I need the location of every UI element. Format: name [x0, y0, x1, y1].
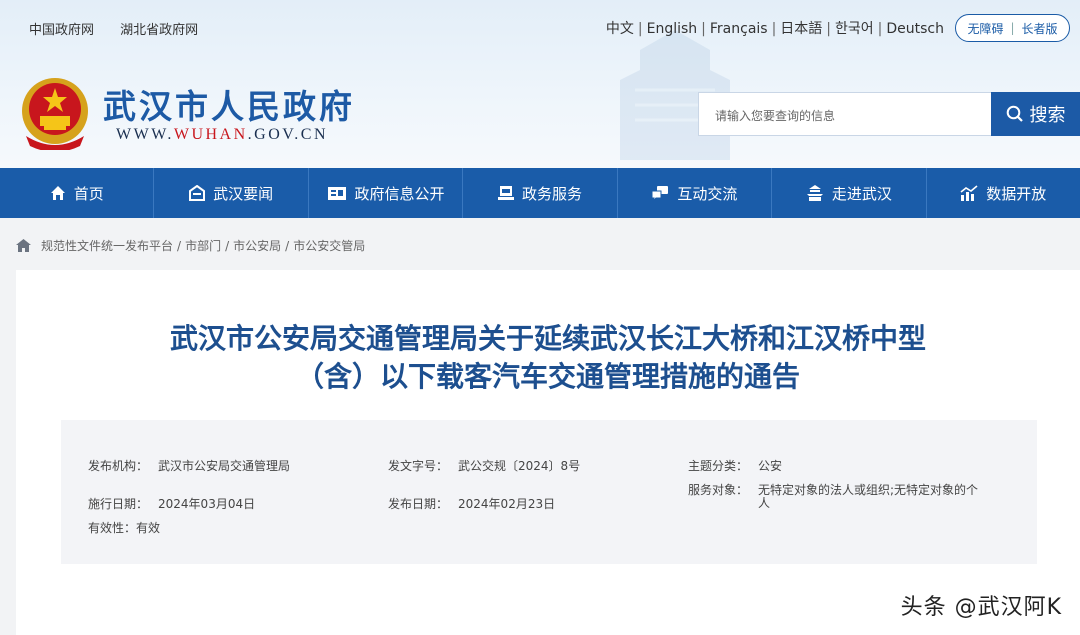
breadcrumb: 规范性文件统一发布平台 / 市部门 / 市公安局 / 市公安交管局: [16, 237, 365, 254]
document-title: 武汉市公安局交通管理局关于延续武汉长江大桥和江汉桥中型 （含）以下载客汽车交通管…: [169, 322, 926, 393]
nav-home[interactable]: 首页: [0, 168, 155, 218]
lang-ja[interactable]: 日本語: [780, 21, 822, 37]
top-links: 中国政府网 湖北省政府网: [29, 19, 220, 38]
news-icon: [189, 185, 206, 201]
elder-mode-button[interactable]: 长者版: [1022, 20, 1058, 37]
watermark: 头条 @武汉阿K: [900, 595, 1062, 620]
gov-cn-link[interactable]: 中国政府网: [29, 23, 94, 38]
home-icon[interactable]: [16, 239, 31, 252]
nav-news[interactable]: 武汉要闻: [154, 168, 309, 218]
search-input[interactable]: 请输入您要查询的信息: [698, 92, 992, 136]
breadcrumb-city-departments[interactable]: 市部门: [185, 237, 221, 254]
breadcrumb-public-security[interactable]: 市公安局: [233, 237, 281, 254]
national-emblem-icon: [22, 78, 88, 150]
lang-fr[interactable]: Français: [710, 21, 768, 37]
meta-validity: 有效性： 有效: [88, 521, 161, 535]
nav-interaction[interactable]: 互动交流: [618, 168, 773, 218]
document-card: 武汉市公安局交通管理局关于延续武汉长江大桥和江汉桥中型 （含）以下载客汽车交通管…: [16, 270, 1080, 635]
main-nav: 首页 武汉要闻 政府信息公开 政务服务 互动交流 走进武汉 数据开放: [0, 168, 1080, 218]
meta-topic: 主题分类： 公安: [688, 459, 783, 473]
nav-open-data[interactable]: 数据开放: [927, 168, 1080, 218]
meta-issuer: 发布机构： 武汉市公安局交通管理局: [88, 459, 291, 473]
site-header: 中国政府网 湖北省政府网 中文 | English | Français | 日本語 | 한국어…: [0, 0, 1080, 168]
nav-service[interactable]: 政务服务: [463, 168, 618, 218]
search-button[interactable]: 搜索: [991, 92, 1080, 136]
meta-doc-number: 发文字号： 武公交规〔2024〕8号: [388, 459, 581, 473]
search-icon: [1006, 105, 1023, 122]
nav-city[interactable]: 走进武汉: [772, 168, 927, 218]
meta-effective-date: 施行日期： 2024年03月04日: [88, 497, 256, 511]
site-title: 武汉市人民政府: [103, 87, 355, 126]
service-icon: [497, 185, 514, 201]
meta-audience: 服务对象： 无特定对象的法人或组织;无特定对象的个人: [688, 483, 979, 510]
accessibility-switch: 无障碍 | 长者版: [955, 14, 1070, 42]
nav-info-public[interactable]: 政府信息公开: [309, 168, 464, 218]
breadcrumb-traffic-bureau[interactable]: 市公安交管局: [293, 237, 365, 254]
language-switcher: 中文 | English | Français | 日本語 | 한국어 | Deutsch: [605, 21, 944, 37]
hubei-gov-link[interactable]: 湖北省政府网: [120, 23, 198, 38]
info-public-icon: [327, 185, 347, 201]
lang-zh[interactable]: 中文: [606, 21, 634, 37]
home-icon: [50, 185, 66, 201]
lang-ko[interactable]: 한국어: [835, 21, 874, 37]
lang-de[interactable]: Deutsch: [886, 21, 944, 37]
lang-en[interactable]: English: [647, 21, 698, 37]
data-chart-icon: [960, 185, 978, 201]
barrier-free-button[interactable]: 无障碍: [967, 20, 1003, 37]
interaction-icon: [651, 185, 669, 201]
meta-publish-date: 发布日期： 2024年02月23日: [388, 497, 556, 511]
breadcrumb-normative-docs[interactable]: 规范性文件统一发布平台: [41, 237, 173, 254]
city-icon: [806, 185, 824, 201]
site-url: WWW.WUHAN.GOV.CN: [116, 126, 328, 143]
document-meta-panel: 发布机构： 武汉市公安局交通管理局 发文字号： 武公交规〔2024〕8号 主题分类：…: [61, 420, 1037, 564]
